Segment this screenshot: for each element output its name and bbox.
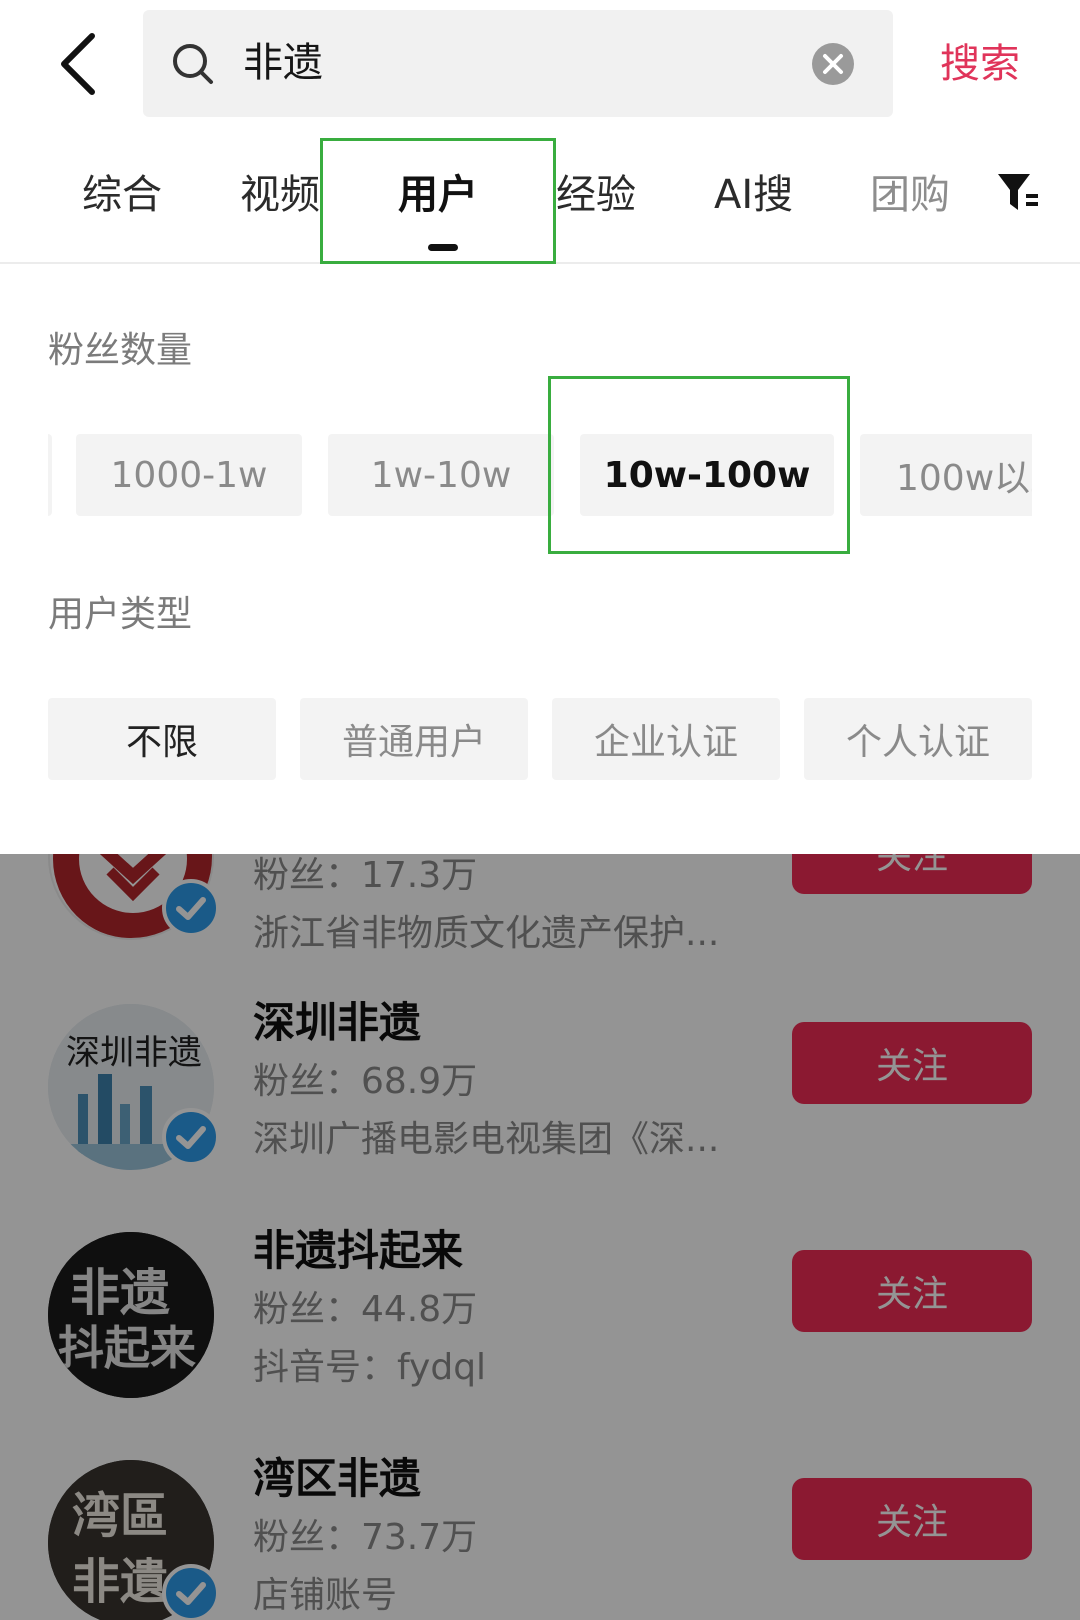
list-item[interactable]: 非遗 抖起来 非遗抖起来 粉丝：44.8万 抖音号：fydql 关注: [0, 1210, 1080, 1438]
account-description: 抖音号：fydql: [253, 1347, 487, 1388]
account-name: 非遗抖起来: [253, 1226, 464, 1275]
verified-check-icon: [162, 879, 220, 937]
svg-text:非遺: 非遺: [72, 1554, 169, 1610]
verified-check-icon: [162, 1108, 220, 1166]
svg-text:非遗: 非遗: [70, 1263, 170, 1322]
clear-icon[interactable]: [811, 42, 855, 86]
search-button[interactable]: 搜索: [940, 34, 1020, 94]
tab-group-buy[interactable]: 团购: [870, 170, 950, 220]
list-item[interactable]: 深圳非遗 深圳非遗 粉丝：68.9万 深圳广播电影电视集团《深... 关注: [0, 982, 1080, 1210]
avatar: 非遗 抖起来: [48, 1232, 214, 1398]
tab-ai-search[interactable]: AI搜: [714, 170, 793, 220]
account-name: 深圳非遗: [253, 998, 422, 1047]
tab-experience[interactable]: 经验: [556, 170, 636, 220]
fans-count: 粉丝：73.7万: [253, 1517, 478, 1558]
filter-panel: 粉丝数量 1000-1w 1w-10w 10w-100w 100w以上 用户类型…: [0, 264, 1080, 854]
user-type-title: 用户类型: [48, 594, 193, 635]
highlight-box-fans-option: [548, 376, 850, 554]
fans-option-100w-plus[interactable]: 100w以上: [860, 434, 1032, 516]
search-query-text: 非遗: [243, 40, 323, 86]
highlight-box-users-tab: [320, 138, 556, 264]
fans-options-row: 1000-1w 1w-10w 10w-100w 100w以上: [48, 434, 1032, 516]
fans-count: 粉丝：17.3万: [253, 855, 478, 896]
follow-button[interactable]: 关注: [792, 1478, 1032, 1560]
tab-video[interactable]: 视频: [240, 170, 320, 220]
type-option-regular-user[interactable]: 普通用户: [300, 698, 528, 780]
fans-count-title: 粉丝数量: [48, 330, 193, 371]
follow-button[interactable]: 关注: [792, 1250, 1032, 1332]
back-arrow-icon: [61, 33, 95, 95]
svg-text:抖起来: 抖起来: [58, 1321, 196, 1375]
type-option-unlimited[interactable]: 不限: [48, 698, 276, 780]
account-name: 湾区非遗: [253, 1454, 422, 1503]
svg-text:深圳非遗: 深圳非遗: [66, 1033, 202, 1073]
tab-general[interactable]: 综合: [82, 170, 162, 220]
search-bar: 非遗 搜索: [0, 0, 1080, 128]
user-result-list: 粉丝：17.3万 浙江省非物质文化遗产保护... 关注 深圳非遗 深圳非遗 粉丝…: [0, 854, 1080, 1620]
type-option-personal-verified[interactable]: 个人认证: [804, 698, 1032, 780]
verified-check-icon: [162, 1564, 220, 1620]
fans-option-1w-10w[interactable]: 1w-10w: [328, 434, 554, 516]
account-description: 深圳广播电影电视集团《深...: [253, 1119, 720, 1160]
list-item[interactable]: 湾區 非遺 湾区非遗 粉丝：73.7万 店铺账号 关注: [0, 1438, 1080, 1620]
fans-option-1000-1w[interactable]: 1000-1w: [76, 434, 302, 516]
fans-count: 粉丝：44.8万: [253, 1289, 478, 1330]
list-item[interactable]: 粉丝：17.3万 浙江省非物质文化遗产保护... 关注: [0, 854, 1080, 954]
follow-button[interactable]: 关注: [792, 1022, 1032, 1104]
search-icon: [173, 44, 213, 84]
fans-count: 粉丝：68.9万: [253, 1061, 478, 1102]
follow-button[interactable]: 关注: [792, 854, 1032, 894]
tab-bar: 综合 视频 用户 经验 AI搜 团购: [0, 128, 1080, 264]
fans-option-hidden[interactable]: [48, 434, 52, 516]
account-description: 店铺账号: [253, 1575, 398, 1616]
account-description: 浙江省非物质文化遗产保护...: [253, 913, 720, 954]
search-input[interactable]: 非遗: [143, 10, 893, 117]
svg-text:湾區: 湾區: [72, 1488, 168, 1544]
type-option-enterprise-verified[interactable]: 企业认证: [552, 698, 780, 780]
back-button[interactable]: [52, 28, 116, 100]
filter-icon[interactable]: [996, 168, 1040, 220]
